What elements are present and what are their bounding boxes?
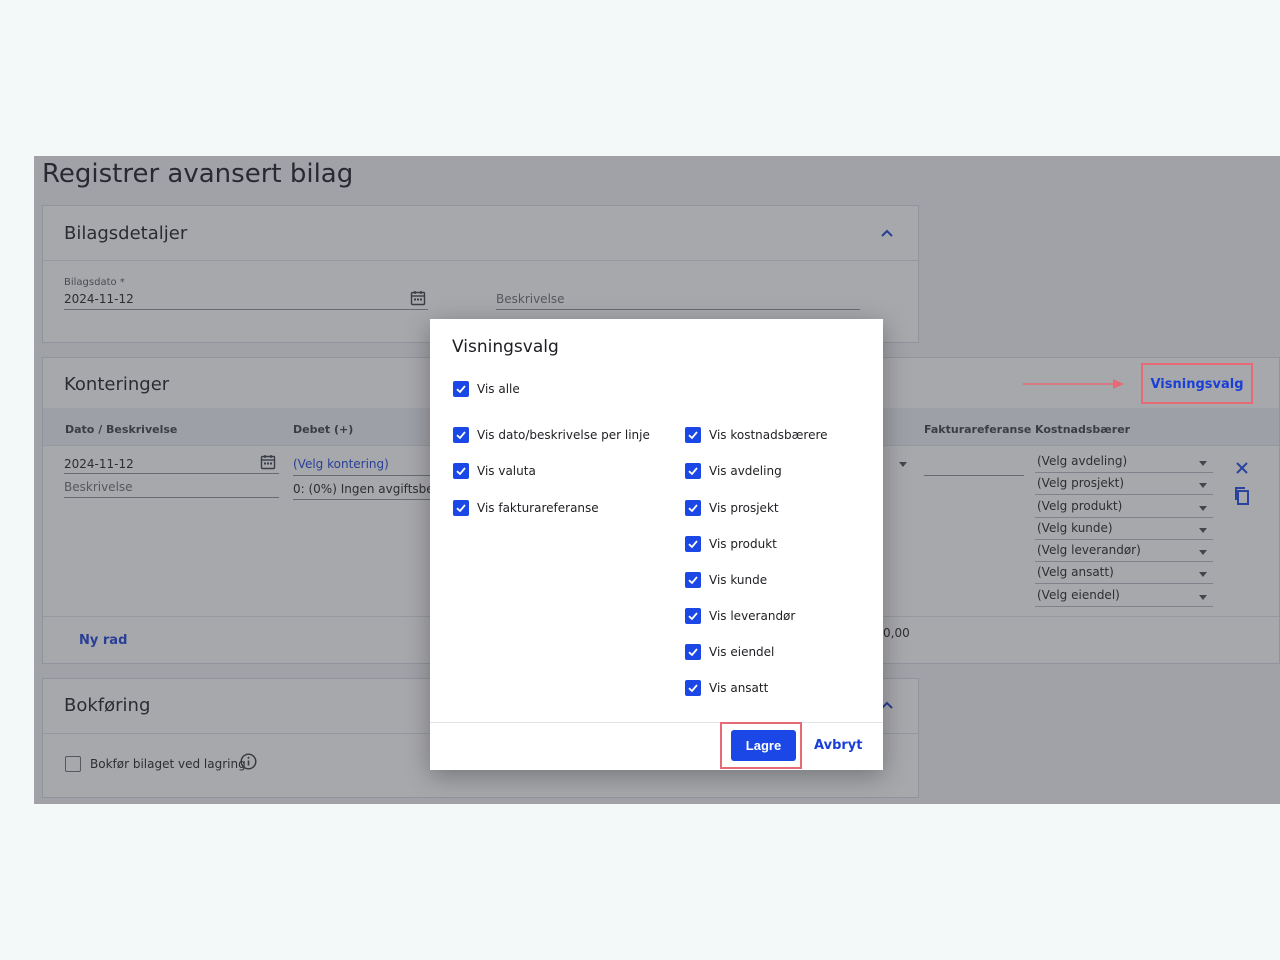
option-label: Vis alle [477, 382, 520, 396]
option-label: Vis avdeling [709, 464, 782, 478]
check-icon [685, 572, 701, 588]
check-icon [453, 500, 469, 516]
option-label: Vis produkt [709, 537, 777, 551]
cancel-button[interactable]: Avbryt [814, 730, 862, 761]
option-label: Vis kostnadsbærere [709, 428, 828, 442]
check-icon [685, 500, 701, 516]
divider [430, 722, 883, 723]
highlight-box [1141, 363, 1253, 404]
checkbox-vis-ansatt[interactable]: Vis ansatt [685, 679, 768, 697]
check-icon [453, 463, 469, 479]
check-icon [453, 427, 469, 443]
checkbox-vis-kunde[interactable]: Vis kunde [685, 571, 767, 589]
checkbox-vis-kostnadsbaerere[interactable]: Vis kostnadsbærere [685, 426, 828, 444]
option-label: Vis ansatt [709, 681, 769, 695]
option-label: Vis kunde [709, 573, 768, 587]
check-icon [685, 644, 701, 660]
checkbox-vis-alle[interactable]: Vis alle [453, 380, 520, 398]
checkbox-vis-leverandor[interactable]: Vis leverandør [685, 607, 795, 625]
check-icon [685, 427, 701, 443]
option-label: Vis dato/beskrivelse per linje [477, 428, 650, 442]
arrow-annotation [1023, 379, 1124, 389]
dialog-title: Visningsvalg [452, 337, 559, 357]
option-label: Vis valuta [477, 464, 536, 478]
checkbox-vis-prosjekt[interactable]: Vis prosjekt [685, 499, 779, 517]
checkbox-vis-valuta[interactable]: Vis valuta [453, 462, 536, 480]
option-label: Vis leverandør [709, 609, 796, 623]
option-label: Vis eiendel [709, 645, 775, 659]
option-label: Vis fakturareferanse [477, 501, 599, 515]
check-icon [685, 608, 701, 624]
checkbox-vis-fakturareferanse[interactable]: Vis fakturareferanse [453, 499, 599, 517]
check-icon [685, 536, 701, 552]
check-icon [685, 463, 701, 479]
option-label: Vis prosjekt [709, 501, 779, 515]
checkbox-vis-dato[interactable]: Vis dato/beskrivelse per linje [453, 426, 650, 444]
checkbox-vis-eiendel[interactable]: Vis eiendel [685, 643, 774, 661]
visningsvalg-dialog: Visningsvalg Vis alle Vis dato/beskrivel… [430, 319, 883, 770]
check-icon [453, 381, 469, 397]
check-icon [685, 680, 701, 696]
highlight-box [720, 722, 802, 769]
checkbox-vis-avdeling[interactable]: Vis avdeling [685, 462, 782, 480]
checkbox-vis-produkt[interactable]: Vis produkt [685, 535, 777, 553]
